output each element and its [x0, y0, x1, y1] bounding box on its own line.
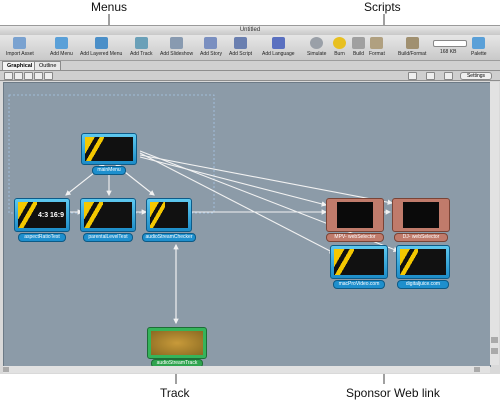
zoom-button-2[interactable] — [426, 72, 435, 80]
story-icon — [204, 37, 218, 49]
capacity-label: 168 KB — [440, 49, 457, 55]
view-button-1[interactable] — [4, 72, 13, 80]
graph-controls: Settings — [0, 71, 500, 81]
scroll-up-arrow[interactable] — [491, 337, 498, 343]
menu-icon — [54, 37, 68, 49]
node-label: audioStreamChecker — [142, 233, 196, 242]
language-icon — [271, 37, 285, 49]
scroll-down-arrow[interactable] — [491, 348, 498, 354]
badge-16-9: 16:9 — [50, 212, 65, 219]
vertical-scrollbar[interactable] — [490, 82, 499, 365]
simulate-icon — [310, 37, 324, 49]
palette-icon — [472, 37, 486, 49]
build-format-button[interactable]: Build/Format — [398, 37, 426, 57]
node-label: MPV- webSelector — [326, 233, 384, 242]
simulate-button[interactable]: Simulate — [307, 37, 326, 57]
badge-4-3: 4:3 — [38, 212, 49, 219]
layered-menu-icon — [94, 37, 108, 49]
dvd-studio-window: Untitled Import Asset Add Menu Add Layer… — [0, 25, 500, 374]
add-story-button[interactable]: Add Story — [200, 37, 222, 57]
view-tabs: Graphical Outline — [0, 61, 500, 71]
burn-icon — [333, 37, 346, 49]
settings-dropdown[interactable]: Settings — [460, 72, 492, 80]
add-menu-button[interactable]: Add Menu — [50, 37, 73, 57]
format-button[interactable]: Format — [369, 37, 385, 57]
view-button-5[interactable] — [44, 72, 53, 80]
node-label: DJ- webSelector — [394, 233, 448, 242]
import-asset-button[interactable]: Import Asset — [6, 37, 34, 57]
view-button-2[interactable] — [14, 72, 23, 80]
zoom-button-1[interactable] — [408, 72, 417, 80]
add-language-button[interactable]: Add Language — [262, 37, 295, 57]
slideshow-icon — [170, 37, 184, 49]
window-title: Untitled — [0, 26, 500, 35]
import-icon — [13, 37, 27, 49]
build-button[interactable]: Build — [352, 37, 365, 57]
view-button-4[interactable] — [34, 72, 43, 80]
capacity-bar — [433, 40, 467, 47]
node-label: mainMenu — [92, 166, 126, 175]
add-layered-menu-button[interactable]: Add Layered Menu — [80, 37, 122, 57]
view-button-3[interactable] — [24, 72, 33, 80]
toolbar: Import Asset Add Menu Add Layered Menu A… — [0, 35, 500, 61]
add-slideshow-button[interactable]: Add Slideshow — [160, 37, 193, 57]
scroll-right-arrow[interactable] — [474, 367, 480, 372]
node-label: parentalLevelTest — [83, 233, 133, 242]
script-icon — [234, 37, 248, 49]
build-format-icon — [405, 37, 419, 49]
zoom-button-3[interactable] — [444, 72, 453, 80]
format-icon — [370, 37, 384, 49]
graphical-canvas[interactable]: mainMenu 4:3 16:9 aspectRatioTest parent… — [3, 82, 491, 368]
track-icon — [134, 37, 148, 49]
tab-outline[interactable]: Outline — [34, 61, 62, 70]
scroll-left-arrow[interactable] — [3, 367, 9, 372]
add-track-button[interactable]: Add Track — [130, 37, 153, 57]
burn-button[interactable]: Burn — [333, 37, 346, 57]
add-script-button[interactable]: Add Script — [229, 37, 252, 57]
node-label: aspectRatioTest — [18, 233, 66, 242]
tab-graphical[interactable]: Graphical — [2, 61, 38, 70]
horizontal-scrollbar[interactable] — [3, 366, 490, 373]
node-label: digitaljuice.com — [397, 280, 449, 289]
build-icon — [352, 37, 365, 49]
node-label: macProVideo.com — [333, 280, 385, 289]
palette-button[interactable]: Palette — [471, 37, 487, 57]
